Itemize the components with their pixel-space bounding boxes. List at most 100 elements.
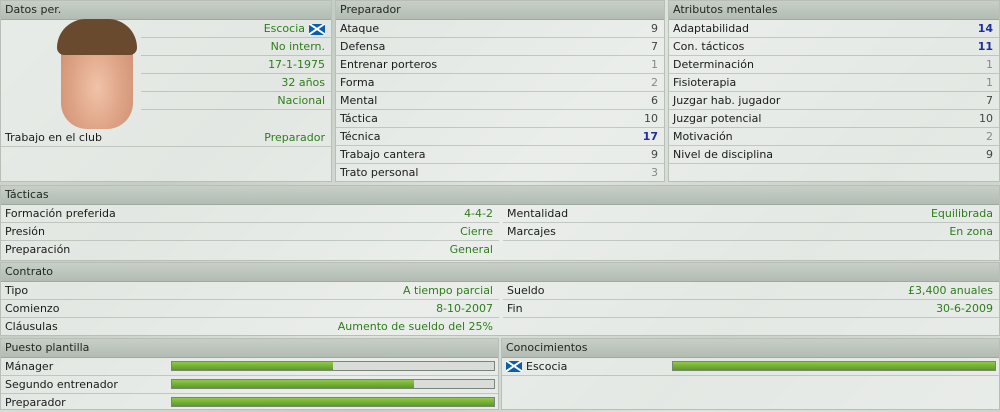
attr-row: Trato personal 3 xyxy=(336,164,664,182)
contract-end-label: Fin xyxy=(507,302,523,315)
attr-value: 7 xyxy=(986,94,993,107)
tactics-row: Marcajes En zona xyxy=(503,223,999,241)
contract-row: Tipo A tiempo parcial xyxy=(1,282,499,300)
role-label: Preparador xyxy=(5,396,66,409)
role-suitability-bar xyxy=(171,379,495,389)
attr-label: Ataque xyxy=(340,22,380,35)
attr-value: 6 xyxy=(651,94,658,107)
knowledge-header: Conocimientos xyxy=(502,339,999,358)
knowledge-label[interactable]: Escocia xyxy=(526,358,567,376)
role-suitability-bar xyxy=(171,397,495,407)
contract-end-value: 30-6-2009 xyxy=(936,302,993,315)
formation-label: Formación preferida xyxy=(5,207,116,220)
attr-label: Fisioterapia xyxy=(673,76,737,89)
attr-row: Determinación 1 xyxy=(669,56,999,74)
attr-row: Fisioterapia 1 xyxy=(669,74,999,92)
salary-label: Sueldo xyxy=(507,284,545,297)
attr-row: Juzgar hab. jugador 7 xyxy=(669,92,999,110)
attr-label: Táctica xyxy=(340,112,378,125)
attr-value: 3 xyxy=(651,166,658,179)
international-row: No intern. xyxy=(141,38,331,56)
attr-row: Con. tácticos 11 xyxy=(669,38,999,56)
role-label: Segundo entrenador xyxy=(5,378,118,391)
player-photo xyxy=(57,19,137,129)
role-label: Mánager xyxy=(5,360,54,373)
preparation-value: General xyxy=(449,243,493,256)
squad-role-header: Puesto plantilla xyxy=(1,339,498,358)
role-suitability-bar xyxy=(171,361,495,371)
attr-label: Motivación xyxy=(673,130,733,143)
attr-value: 1 xyxy=(986,58,993,71)
nationality-value[interactable]: Escocia xyxy=(264,20,325,38)
tactics-panel: Tácticas Formación preferida 4-4-2 Presió… xyxy=(0,185,1000,261)
squad-role-panel: Puesto plantilla Mánager Segundo entrena… xyxy=(0,338,499,410)
attr-value: 9 xyxy=(986,148,993,161)
attr-row: Ataque 9 xyxy=(336,20,664,38)
attr-label: Juzgar potencial xyxy=(673,112,762,125)
personal-data-panel: Datos per. Escocia No intern. 17-1-1975 … xyxy=(0,0,332,182)
club-job-row: Trabajo en el club Preparador xyxy=(1,129,331,147)
attr-value: 10 xyxy=(644,112,658,125)
salary-value: £3,400 anuales xyxy=(908,284,993,297)
attr-label: Con. tácticos xyxy=(673,40,745,53)
attr-label: Adaptabilidad xyxy=(673,22,749,35)
pressing-label: Presión xyxy=(5,225,45,238)
attr-value: 1 xyxy=(986,76,993,89)
attr-label: Entrenar porteros xyxy=(340,58,438,71)
tactics-header: Tácticas xyxy=(1,186,999,205)
contract-clauses-label: Cláusulas xyxy=(5,320,58,333)
knowledge-panel: Conocimientos Escocia xyxy=(501,338,1000,410)
contract-type-label: Tipo xyxy=(5,284,29,297)
attr-row: Adaptabilidad 14 xyxy=(669,20,999,38)
age-row: 32 años xyxy=(141,74,331,92)
attr-value: 9 xyxy=(651,22,658,35)
club-job-label: Trabajo en el club xyxy=(5,131,102,144)
coaching-attributes-panel: Preparador Ataque 9 Defensa 7 Entrenar por… xyxy=(335,0,665,182)
role-suitability-fill xyxy=(172,362,333,370)
contract-row: Comienzo 8-10-2007 xyxy=(1,300,499,318)
attr-row: Nivel de disciplina 9 xyxy=(669,146,999,164)
club-job-value: Preparador xyxy=(264,131,325,144)
attr-row: Entrenar porteros 1 xyxy=(336,56,664,74)
attr-row: Táctica 10 xyxy=(336,110,664,128)
attr-label: Determinación xyxy=(673,58,754,71)
coaching-header: Preparador xyxy=(336,1,664,20)
reputation-row: Nacional xyxy=(141,92,331,110)
hair xyxy=(57,19,137,55)
knowledge-fill xyxy=(673,362,995,370)
knowledge-bar xyxy=(672,361,996,371)
tactics-row: Formación preferida 4-4-2 xyxy=(1,205,499,223)
tactics-row: Presión Cierre xyxy=(1,223,499,241)
attr-row: Juzgar potencial 10 xyxy=(669,110,999,128)
role-row: Mánager xyxy=(1,358,498,376)
attr-value: 9 xyxy=(651,148,658,161)
role-row: Preparador xyxy=(1,394,498,412)
attr-label: Mental xyxy=(340,94,378,107)
attr-value: 1 xyxy=(651,58,658,71)
contract-row: Cláusulas Aumento de sueldo del 25% xyxy=(1,318,499,336)
birthdate-value: 17-1-1975 xyxy=(268,58,325,71)
contract-header: Contrato xyxy=(1,263,999,282)
attr-label: Forma xyxy=(340,76,375,89)
birthdate-row: 17-1-1975 xyxy=(141,56,331,74)
preparation-label: Preparación xyxy=(5,243,71,256)
nationality-row[interactable]: Escocia xyxy=(141,20,331,38)
attr-row: Mental 6 xyxy=(336,92,664,110)
contract-clauses-value: Aumento de sueldo del 25% xyxy=(337,320,493,333)
knowledge-row[interactable]: Escocia xyxy=(502,358,999,376)
pressing-value: Cierre xyxy=(460,225,493,238)
attr-value: 7 xyxy=(651,40,658,53)
role-suitability-fill xyxy=(172,380,414,388)
attr-label: Defensa xyxy=(340,40,386,53)
marking-label: Marcajes xyxy=(507,225,556,238)
contract-panel: Contrato Tipo A tiempo parcial Comienzo 8-… xyxy=(0,262,1000,336)
formation-value: 4-4-2 xyxy=(464,207,493,220)
attr-value: 10 xyxy=(979,112,993,125)
tactics-row: Preparación General xyxy=(1,241,499,259)
mental-header: Atributos mentales xyxy=(669,1,999,20)
scotland-flag-icon xyxy=(506,361,522,372)
contract-start-value: 8-10-2007 xyxy=(436,302,493,315)
attr-label: Técnica xyxy=(340,130,381,143)
scotland-flag-icon xyxy=(309,23,325,35)
attr-label: Nivel de disciplina xyxy=(673,148,774,161)
